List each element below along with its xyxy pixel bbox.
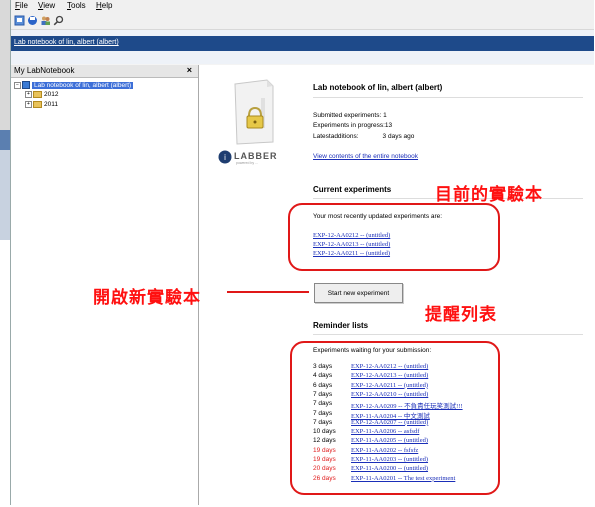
- notebook-icon: [22, 81, 30, 89]
- divider: [313, 334, 583, 335]
- annotation-current: 目前的實驗本: [435, 185, 543, 204]
- close-icon[interactable]: ×: [187, 65, 192, 75]
- current-heading: Current experiments: [313, 185, 392, 194]
- save-icon[interactable]: [27, 15, 38, 26]
- background-strip: [0, 150, 10, 240]
- tree-node-label[interactable]: 2012: [44, 91, 58, 98]
- view-notebook-link[interactable]: View contents of the entire notebook: [313, 153, 418, 160]
- menu-file[interactable]: File: [15, 1, 28, 10]
- reminder-heading: Reminder lists: [313, 321, 369, 330]
- tree-node-label[interactable]: 2011: [44, 101, 58, 108]
- annotation-reminder: 提醒列表: [425, 305, 497, 324]
- new-icon[interactable]: [14, 15, 25, 26]
- logo-subtext: powered by ...: [236, 161, 258, 165]
- toolbar: [11, 13, 594, 30]
- labber-mark-icon: i: [218, 150, 232, 164]
- menu-bar: File View Tools Help: [11, 0, 594, 13]
- folder-icon: [33, 91, 42, 98]
- background-strip: [0, 130, 10, 150]
- menu-view[interactable]: View: [38, 1, 55, 10]
- logo-text: LABBER: [234, 151, 278, 161]
- stat-in-progress: Experiments in progress:13: [313, 122, 393, 129]
- left-panel-header: My LabNotebook ×: [11, 65, 198, 78]
- expand-icon[interactable]: +: [25, 91, 32, 98]
- left-panel-title: My LabNotebook: [14, 66, 75, 75]
- breadcrumb-bar: Lab notebook of lin, albert (albert): [11, 36, 594, 51]
- labber-logo-icon: [234, 79, 274, 145]
- background-strip: [0, 0, 10, 130]
- background-strip: [0, 240, 10, 507]
- svg-text:i: i: [224, 153, 226, 162]
- start-new-experiment-button[interactable]: Start new experiment: [314, 283, 403, 303]
- page-title: Lab notebook of lin, albert (albert): [313, 83, 443, 92]
- tree-root-label[interactable]: Lab notebook of lin, albert (albert): [32, 81, 134, 89]
- breadcrumb-area: Lab notebook of lin, albert (albert): [11, 30, 594, 64]
- folder-icon: [33, 101, 42, 108]
- divider: [313, 97, 583, 98]
- stat-submitted: Submitted experiments: 1: [313, 112, 387, 119]
- reminder-highlight-box: [290, 341, 500, 495]
- collapse-icon[interactable]: −: [14, 81, 21, 89]
- annotation-arrow: [227, 291, 309, 293]
- menu-tools[interactable]: Tools: [67, 1, 86, 10]
- current-highlight-box: [288, 203, 500, 271]
- tree-node-2011[interactable]: +2011: [25, 101, 58, 110]
- annotation-new: 開啟新實驗本: [93, 288, 201, 307]
- search-icon[interactable]: [53, 15, 64, 26]
- tree-node-2012[interactable]: +2012: [25, 91, 58, 100]
- expand-icon[interactable]: +: [25, 101, 32, 108]
- stat-latest: Latestadditions: 3 days ago: [313, 133, 415, 140]
- tree-root[interactable]: − Lab notebook of lin, albert (albert): [14, 81, 134, 90]
- users-icon[interactable]: [40, 15, 51, 26]
- menu-help[interactable]: Help: [96, 1, 112, 10]
- breadcrumb[interactable]: Lab notebook of lin, albert (albert): [14, 39, 119, 46]
